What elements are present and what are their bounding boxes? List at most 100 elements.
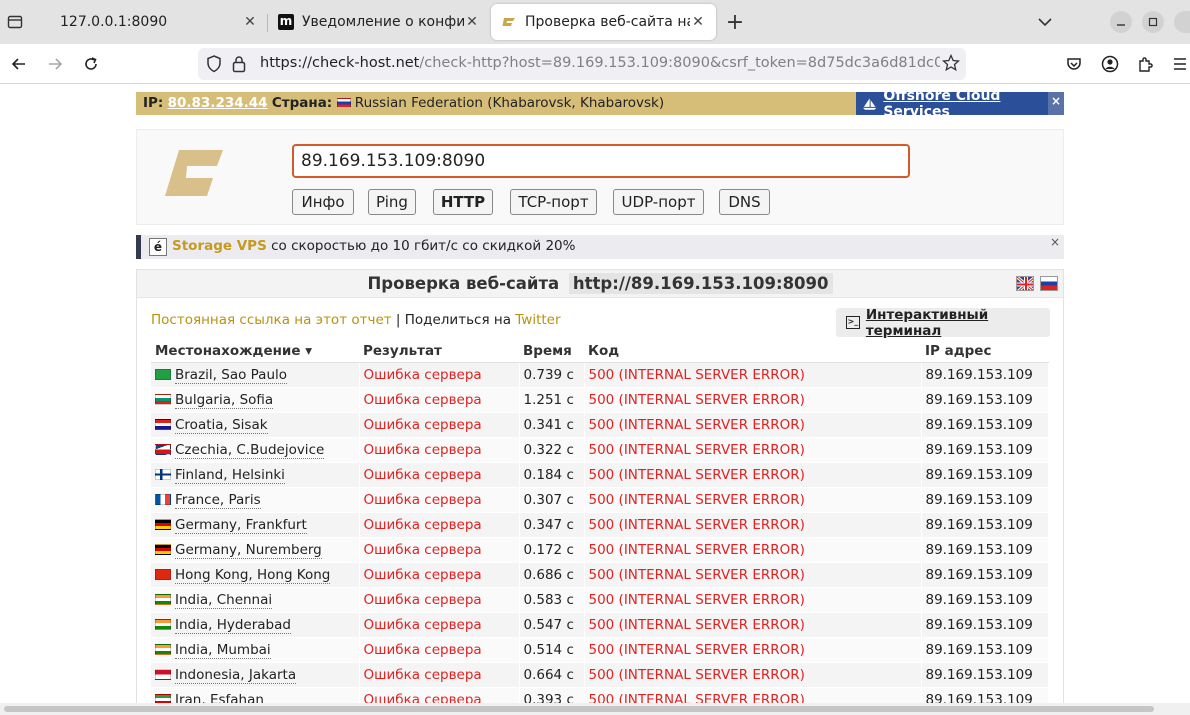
tab-bar: 127.0.0.1:8090 ✕ m Уведомление о конфид … bbox=[0, 0, 1190, 44]
interactive-terminal-button[interactable]: >_ Интерактивный терминал bbox=[836, 307, 1050, 339]
pocket-icon[interactable] bbox=[1060, 50, 1088, 78]
http-button[interactable]: HTTP bbox=[433, 189, 493, 215]
offshore-ad-label[interactable]: Offshore Cloud Services bbox=[883, 88, 1064, 120]
cell-ip: 89.169.153.109 bbox=[921, 387, 1049, 413]
close-icon[interactable]: × bbox=[1050, 235, 1060, 249]
forward-arrow-icon[interactable] bbox=[41, 50, 69, 78]
close-icon[interactable]: ✕ bbox=[464, 14, 480, 30]
cell-location: Croatia, Sisak bbox=[151, 412, 360, 438]
location-link[interactable]: France, Paris bbox=[175, 491, 261, 509]
cell-result: Ошибка сервера bbox=[359, 487, 520, 513]
tab-privacy-notice[interactable]: m Уведомление о конфид ✕ bbox=[268, 4, 490, 40]
cell-ip: 89.169.153.109 bbox=[921, 512, 1049, 538]
column-code: Код bbox=[584, 340, 921, 363]
close-icon[interactable]: × bbox=[1048, 92, 1064, 115]
cell-code: 500 (INTERNAL SERVER ERROR) bbox=[584, 362, 922, 388]
lock-icon[interactable] bbox=[232, 55, 246, 77]
location-link[interactable]: Brazil, Sao Paulo bbox=[175, 366, 288, 384]
fr-flag-icon bbox=[155, 493, 171, 505]
location-link[interactable]: Czechia, C.Budejovice bbox=[175, 441, 325, 459]
offshore-cloud-ad[interactable]: Offshore Cloud Services × bbox=[856, 88, 1064, 120]
location-link[interactable]: Indonesia, Jakarta bbox=[175, 666, 297, 684]
location-link[interactable]: Iran, Esfahan bbox=[175, 691, 264, 703]
cell-code: 500 (INTERNAL SERVER ERROR) bbox=[584, 487, 922, 513]
navigation-bar: https://check-host.net/check-http?host=8… bbox=[0, 44, 1190, 84]
check-form: Инфо Ping HTTP TCP-порт UDP-порт DNS bbox=[136, 129, 1064, 225]
info-button[interactable]: Инфо bbox=[292, 189, 354, 215]
bg-flag-icon bbox=[155, 393, 171, 405]
tab-title: Проверка веб-сайта на bbox=[525, 14, 690, 30]
russian-flag-icon[interactable] bbox=[1040, 276, 1058, 291]
promo-badge: é bbox=[149, 238, 167, 256]
location-link[interactable]: India, Mumbai bbox=[175, 641, 271, 659]
ping-button[interactable]: Ping bbox=[368, 189, 416, 215]
scrollbar-thumb[interactable] bbox=[4, 706, 1154, 712]
tcp-port-button[interactable]: TCP-порт bbox=[510, 189, 597, 215]
url-text[interactable]: https://check-host.net/check-http?host=8… bbox=[260, 55, 940, 71]
table-row: Czechia, C.Budejovice Ошибка сервера 0.322… bbox=[151, 437, 1049, 463]
ip-link[interactable]: 80.83.234.44 bbox=[168, 95, 268, 111]
cell-ip: 89.169.153.109 bbox=[921, 487, 1049, 513]
close-icon[interactable]: ✕ bbox=[690, 14, 706, 30]
address-bar[interactable]: https://check-host.net/check-http?host=8… bbox=[198, 48, 966, 80]
promo-brand[interactable]: Storage VPS bbox=[172, 238, 267, 254]
cell-ip: 89.169.153.109 bbox=[921, 412, 1049, 438]
tab-list-icon[interactable] bbox=[4, 11, 26, 33]
new-tab-button[interactable]: + bbox=[722, 10, 748, 35]
report-host-url: http://89.169.153.109:8090 bbox=[568, 273, 833, 294]
check-host-logo[interactable] bbox=[165, 146, 225, 206]
table-row: Brazil, Sao Paulo Ошибка сервера 0.739 с 50… bbox=[151, 362, 1049, 388]
horizontal-scrollbar[interactable] bbox=[0, 703, 1190, 715]
column-time: Время bbox=[519, 340, 584, 363]
bookmark-star-icon[interactable] bbox=[941, 53, 961, 76]
tab-title: Уведомление о конфид bbox=[302, 14, 464, 30]
tab-localhost[interactable]: 127.0.0.1:8090 ✕ bbox=[38, 4, 268, 40]
cell-time: 0.307 с bbox=[519, 487, 585, 513]
column-location[interactable]: Местонахождение ▾ bbox=[151, 340, 359, 363]
cell-ip: 89.169.153.109 bbox=[921, 562, 1049, 588]
chevron-down-icon[interactable] bbox=[1034, 11, 1056, 33]
shield-icon[interactable] bbox=[206, 55, 222, 77]
location-link[interactable]: Bulgaria, Sofia bbox=[175, 391, 274, 409]
cell-code: 500 (INTERNAL SERVER ERROR) bbox=[584, 462, 922, 488]
cell-location: India, Mumbai bbox=[151, 637, 360, 663]
cell-time: 0.393 с bbox=[519, 687, 585, 703]
back-arrow-icon[interactable] bbox=[5, 50, 33, 78]
promo-banner[interactable]: é Storage VPS со скоростью до 10 гбит/с … bbox=[136, 235, 1064, 259]
english-flag-icon[interactable] bbox=[1016, 276, 1034, 291]
tab-check-host[interactable]: Проверка веб-сайта на ✕ bbox=[491, 4, 716, 40]
country-label: Страна: bbox=[271, 95, 333, 111]
cell-location: Hong Kong, Hong Kong bbox=[151, 562, 360, 588]
extensions-icon[interactable] bbox=[1132, 50, 1160, 78]
location-link[interactable]: Finland, Helsinki bbox=[175, 466, 285, 484]
cell-ip: 89.169.153.109 bbox=[921, 612, 1049, 638]
reload-icon[interactable] bbox=[77, 50, 105, 78]
twitter-link[interactable]: Twitter bbox=[515, 312, 560, 328]
hr-flag-icon bbox=[155, 418, 171, 430]
minimize-button[interactable] bbox=[1110, 11, 1132, 33]
location-link[interactable]: Croatia, Sisak bbox=[175, 416, 268, 434]
cell-result: Ошибка сервера bbox=[359, 637, 520, 663]
restore-button[interactable] bbox=[1142, 11, 1164, 33]
close-window-button[interactable] bbox=[1174, 11, 1190, 33]
cell-time: 1.251 с bbox=[519, 387, 585, 413]
browser-window: 127.0.0.1:8090 ✕ m Уведомление о конфид … bbox=[0, 0, 1190, 715]
permalink-link[interactable]: Постоянная ссылка на этот отчет bbox=[151, 312, 392, 328]
cell-location: Iran, Esfahan bbox=[151, 687, 360, 703]
location-link[interactable]: Germany, Frankfurt bbox=[175, 516, 307, 534]
location-link[interactable]: Hong Kong, Hong Kong bbox=[175, 566, 331, 584]
fi-flag-icon bbox=[155, 468, 171, 480]
udp-port-button[interactable]: UDP-порт bbox=[613, 189, 704, 215]
host-input[interactable] bbox=[292, 144, 910, 178]
location-link[interactable]: India, Hyderabad bbox=[175, 616, 291, 634]
dns-button[interactable]: DNS bbox=[719, 189, 770, 215]
report-panel: Проверка веб-сайта http://89.169.153.109… bbox=[136, 269, 1064, 703]
location-link[interactable]: Germany, Nuremberg bbox=[175, 541, 322, 559]
close-icon[interactable]: ✕ bbox=[242, 14, 258, 30]
location-link[interactable]: India, Chennai bbox=[175, 591, 273, 609]
tab-title: 127.0.0.1:8090 bbox=[60, 14, 168, 30]
table-row: India, Hyderabad Ошибка сервера 0.547 с 500… bbox=[151, 612, 1049, 638]
account-icon[interactable] bbox=[1096, 50, 1124, 78]
in-flag-icon bbox=[155, 618, 171, 630]
menu-icon[interactable] bbox=[1166, 50, 1190, 78]
